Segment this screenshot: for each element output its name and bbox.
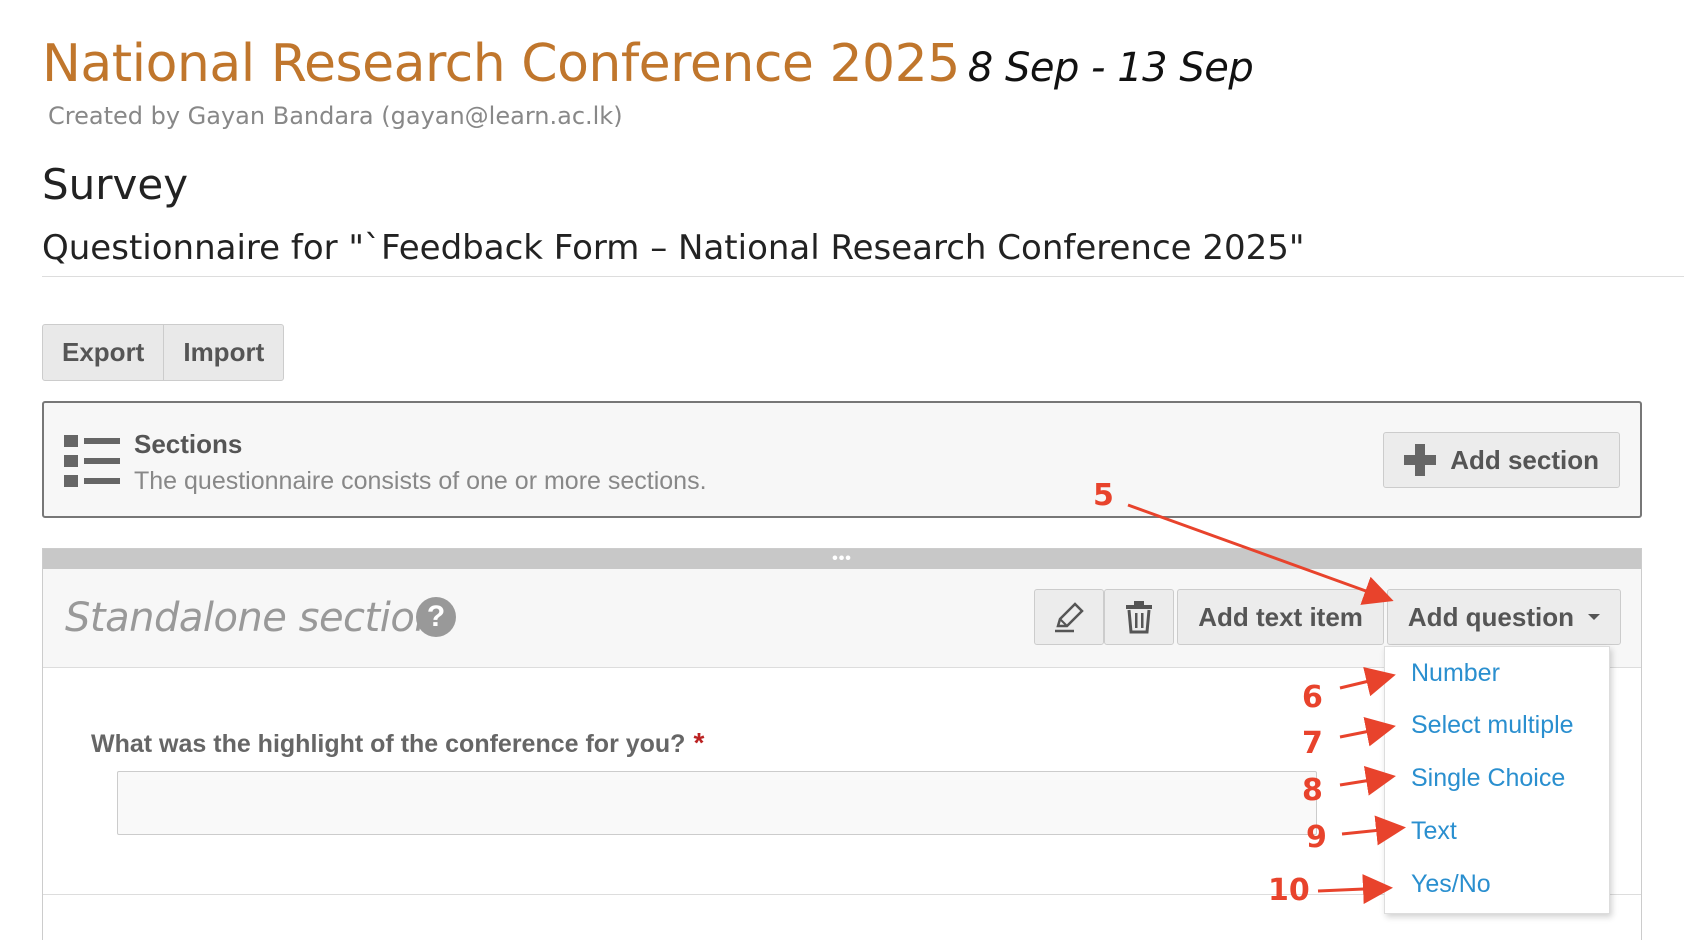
annotation-step-5: 5	[1093, 478, 1114, 513]
question-text: What was the highlight of the conference…	[91, 730, 686, 758]
export-import-group: Export Import	[42, 324, 285, 381]
required-marker: *	[693, 727, 705, 758]
question-label: What was the highlight of the conference…	[91, 727, 704, 759]
export-button[interactable]: Export	[43, 325, 163, 380]
menu-item-yes-no[interactable]: Yes/No	[1411, 870, 1491, 899]
annotation-step-9: 9	[1306, 820, 1327, 855]
annotation-step-6: 6	[1302, 680, 1323, 715]
add-question-menu: Number Select multiple Single Choice Tex…	[1384, 646, 1610, 914]
created-by: Created by Gayan Bandara (gayan@learn.ac…	[48, 102, 623, 130]
conference-dates: 8 Sep - 13 Sep	[967, 45, 1254, 91]
pencil-icon	[1055, 602, 1084, 633]
import-button[interactable]: Import	[163, 325, 283, 380]
caret-down-icon	[1588, 614, 1600, 620]
trash-icon	[1126, 601, 1153, 634]
menu-item-select-multiple[interactable]: Select multiple	[1411, 711, 1574, 740]
add-text-item-button[interactable]: Add text item	[1177, 589, 1384, 645]
section-name: Standalone section	[65, 595, 440, 641]
help-icon[interactable]: ?	[416, 597, 456, 637]
sections-title: Sections	[134, 429, 243, 459]
menu-item-number[interactable]: Number	[1411, 659, 1500, 688]
add-section-button[interactable]: Add section	[1383, 432, 1620, 488]
edit-section-button[interactable]	[1034, 589, 1105, 645]
divider	[42, 276, 1684, 277]
menu-item-text[interactable]: Text	[1411, 817, 1457, 846]
answer-input[interactable]	[117, 771, 1317, 835]
questionnaire-title: Questionnaire for "`Feedback Form – Nati…	[42, 228, 1305, 268]
drag-handle[interactable]: •••	[43, 549, 1641, 569]
add-section-label: Add section	[1450, 444, 1599, 475]
sections-description: The questionnaire consists of one or mor…	[134, 467, 707, 495]
page-title: Survey	[42, 160, 189, 209]
list-icon	[64, 435, 120, 487]
annotation-step-7: 7	[1302, 726, 1323, 761]
plus-icon	[1404, 444, 1437, 476]
add-question-label: Add question	[1407, 601, 1574, 632]
section-toolbar: Add text item Add question	[1034, 589, 1621, 645]
conference-title: National Research Conference 2025 8 Sep -…	[42, 34, 1254, 94]
menu-item-single-choice[interactable]: Single Choice	[1411, 764, 1565, 793]
delete-section-button[interactable]	[1104, 589, 1175, 645]
sections-info-box: Sections The questionnaire consists of o…	[42, 401, 1642, 518]
conference-name: National Research Conference 2025	[42, 34, 960, 94]
add-question-button[interactable]: Add question	[1386, 589, 1621, 645]
annotation-step-8: 8	[1302, 773, 1323, 808]
annotation-step-10: 10	[1268, 873, 1310, 908]
